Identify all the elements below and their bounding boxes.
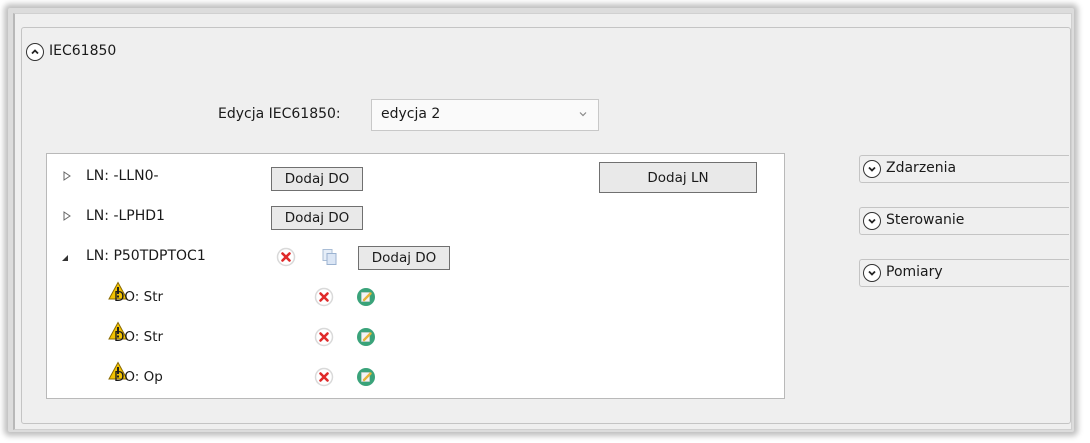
tree-node-label[interactable]: LN: -LLN0-: [86, 168, 159, 184]
expand-button[interactable]: [863, 160, 881, 178]
do-label[interactable]: DO: Str: [114, 289, 163, 305]
add-ln-button[interactable]: Dodaj LN: [599, 162, 757, 193]
tree-node-label[interactable]: LN: -LPHD1: [86, 208, 165, 224]
edition-select[interactable]: edycja 2: [371, 99, 599, 131]
chevron-down-icon: [579, 112, 587, 117]
expand-button[interactable]: [863, 264, 881, 282]
expander-title: Pomiary: [886, 264, 943, 280]
delete-icon[interactable]: [314, 287, 334, 307]
expander-zdarzenia[interactable]: Zdarzenia: [859, 155, 1069, 183]
chevron-up-icon: [31, 49, 39, 55]
edition-label: Edycja IEC61850:: [218, 106, 341, 122]
edit-icon[interactable]: [356, 287, 376, 307]
expander-pomiary[interactable]: Pomiary: [859, 259, 1069, 287]
add-do-button[interactable]: Dodaj DO: [271, 167, 363, 191]
chevron-down-icon: [868, 270, 876, 276]
expander-sterowanie[interactable]: Sterowanie: [859, 207, 1069, 235]
collapse-iec61850-button[interactable]: [26, 43, 44, 61]
delete-icon[interactable]: [314, 367, 334, 387]
edit-icon[interactable]: [356, 367, 376, 387]
do-label[interactable]: DO: Op: [114, 369, 163, 385]
collapse-arrow-icon[interactable]: [60, 253, 70, 263]
do-label[interactable]: DO: Str: [114, 329, 163, 345]
add-do-button[interactable]: Dodaj DO: [271, 206, 363, 230]
copy-icon[interactable]: [320, 247, 340, 267]
expander-title: Sterowanie: [886, 212, 965, 228]
expand-button[interactable]: [863, 212, 881, 230]
expander-title: Zdarzenia: [886, 160, 957, 176]
chevron-down-icon: [868, 166, 876, 172]
delete-icon[interactable]: [276, 247, 296, 267]
chevron-down-icon: [868, 218, 876, 224]
edit-icon[interactable]: [356, 327, 376, 347]
tree-node-label[interactable]: LN: P50TDPTOC1: [86, 248, 206, 264]
edition-select-value: edycja 2: [381, 106, 441, 122]
ln-tree[interactable]: LN: -LLN0- Dodaj DO Dodaj LN LN: -LPHD1 …: [46, 153, 785, 399]
delete-icon[interactable]: [314, 327, 334, 347]
group-title: IEC61850: [49, 43, 117, 59]
expand-arrow-icon[interactable]: [62, 211, 72, 221]
add-do-button[interactable]: Dodaj DO: [358, 246, 450, 270]
expand-arrow-icon[interactable]: [62, 171, 72, 181]
